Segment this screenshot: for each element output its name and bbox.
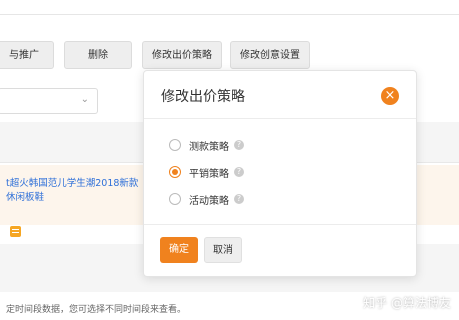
product-title-line-2: 休闲板鞋 <box>6 192 45 203</box>
strategy-option-flat[interactable]: 平销策略 ? <box>169 164 244 180</box>
note-icon[interactable] <box>10 226 21 237</box>
watermark: 知乎 @算法博友 <box>363 296 451 310</box>
dialog-divider <box>144 118 416 119</box>
chevron-down-icon: ⌄ <box>80 94 89 105</box>
product-title-link[interactable]: t超火韩国范儿学生潮2018新款 休闲板鞋 <box>6 177 141 205</box>
close-icon[interactable]: × <box>381 87 399 105</box>
bid-strategy-dialog: 修改出价策略 × 测款策略 ? 平销策略 ? 活动策略 ? 确定 取消 <box>143 70 417 277</box>
promote-button[interactable]: 与推广 <box>0 41 54 69</box>
radio-button[interactable] <box>169 193 181 205</box>
delete-button[interactable]: 删除 <box>64 41 132 69</box>
footer-note: 定时间段数据，您可选择不同时间段来查看。 <box>6 305 187 315</box>
edit-creative-settings-button[interactable]: 修改创意设置 <box>230 41 310 69</box>
dialog-footer-divider <box>144 224 416 225</box>
dialog-title: 修改出价策略 <box>161 89 245 105</box>
top-divider <box>0 14 459 15</box>
help-icon[interactable]: ? <box>234 167 244 177</box>
radio-button[interactable] <box>169 139 181 151</box>
help-icon[interactable]: ? <box>234 194 244 204</box>
strategy-option-test[interactable]: 测款策略 ? <box>169 137 244 153</box>
option-label: 活动策略 <box>189 195 229 207</box>
product-title-line-1: t超火韩国范儿学生潮2018新款 <box>6 178 139 189</box>
filter-select[interactable]: ⌄ <box>0 88 98 114</box>
confirm-button[interactable]: 确定 <box>160 237 198 263</box>
radio-button-checked[interactable] <box>169 166 181 178</box>
cancel-button[interactable]: 取消 <box>204 237 242 263</box>
help-icon[interactable]: ? <box>234 140 244 150</box>
strategy-option-event[interactable]: 活动策略 ? <box>169 191 244 207</box>
option-label: 平销策略 <box>189 168 229 180</box>
edit-bid-strategy-button[interactable]: 修改出价策略 <box>142 41 222 69</box>
option-label: 测款策略 <box>189 141 229 153</box>
